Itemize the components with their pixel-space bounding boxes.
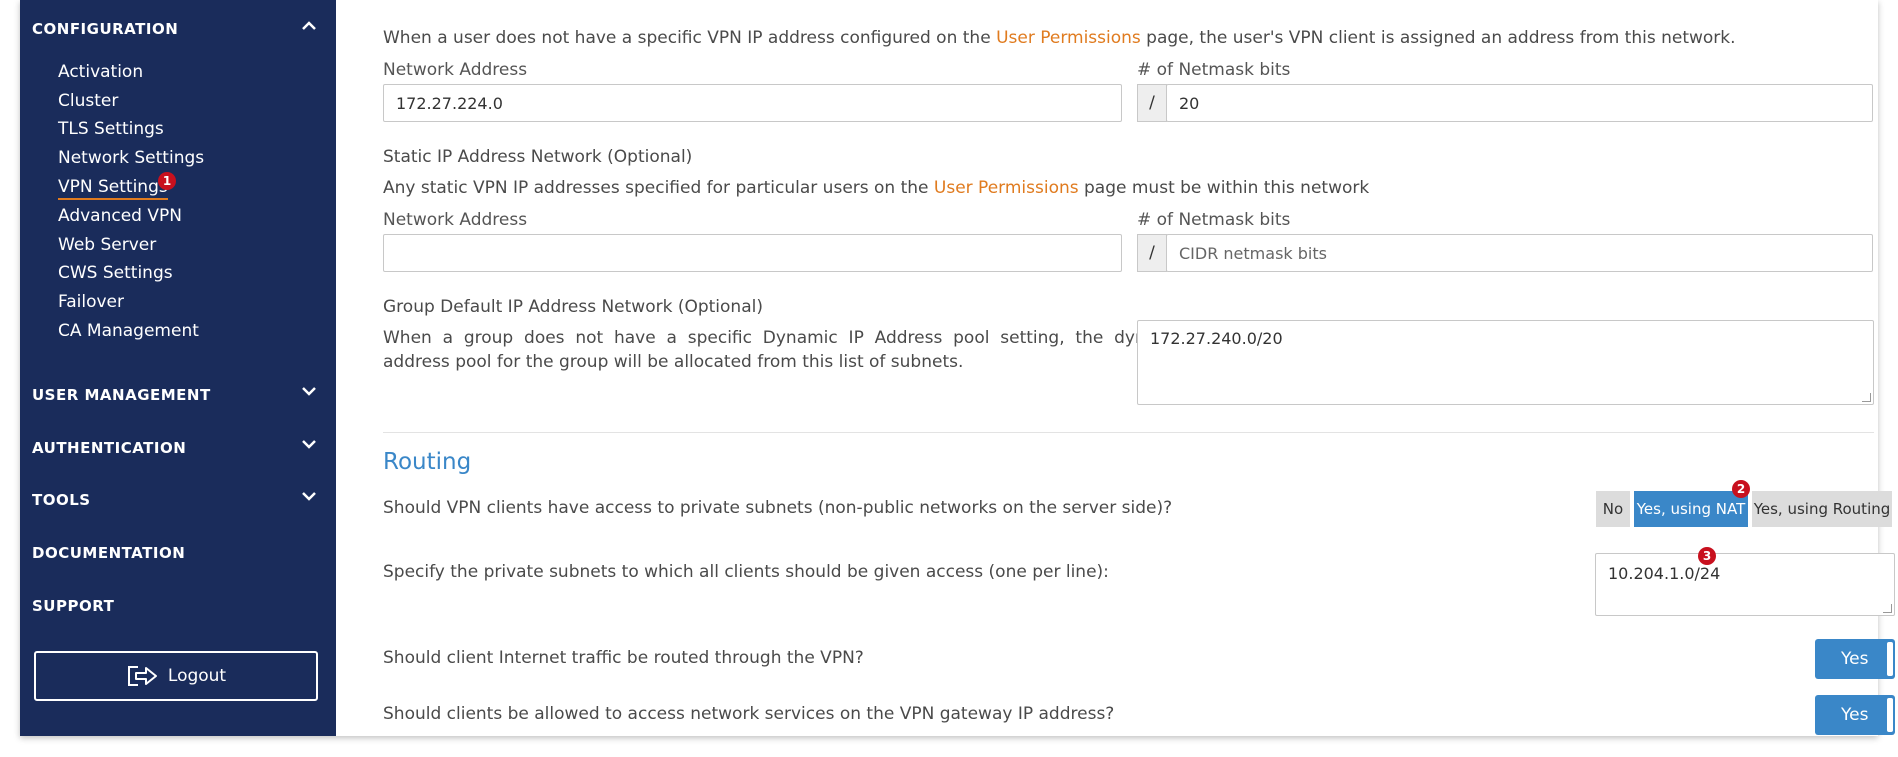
group-network-description-line2: address pool for the group will be alloc… — [383, 352, 964, 372]
sidebar-item-tls-settings[interactable]: TLS Settings — [58, 119, 164, 139]
private-subnets-textarea[interactable]: 10.204.1.0/24 — [1595, 553, 1895, 616]
resize-handle-icon[interactable] — [1862, 393, 1871, 402]
description-text: page must be within this network — [1078, 178, 1370, 198]
static-netmask-bits-label: # of Netmask bits — [1137, 210, 1291, 230]
chevron-down-icon[interactable] — [300, 382, 318, 400]
app-frame: CONFIGURATION Activation Cluster TLS Set… — [20, 0, 1895, 736]
toggle-knob — [1887, 642, 1893, 676]
slash-addon: / — [1137, 234, 1167, 272]
badge-3: 3 — [1698, 547, 1716, 565]
option-yes-routing-button[interactable]: Yes, using Routing — [1752, 491, 1892, 527]
chevron-down-icon[interactable] — [300, 487, 318, 505]
static-network-address-input[interactable] — [383, 234, 1122, 272]
static-netmask-bits-input[interactable]: CIDR netmask bits — [1166, 234, 1873, 272]
group-network-value: 172.27.240.0/20 — [1150, 329, 1283, 348]
sidebar-item-ca-management[interactable]: CA Management — [58, 321, 199, 341]
logout-button[interactable]: Logout — [34, 651, 318, 701]
netmask-bits-input[interactable]: 20 — [1166, 84, 1873, 122]
toggle-label: Yes — [1841, 705, 1869, 725]
group-network-textarea[interactable]: 172.27.240.0/20 — [1137, 320, 1874, 405]
option-no-button[interactable]: No — [1596, 491, 1630, 527]
sidebar: CONFIGURATION Activation Cluster TLS Set… — [20, 0, 336, 736]
section-support[interactable]: SUPPORT — [32, 597, 114, 615]
section-user-management[interactable]: USER MANAGEMENT — [32, 386, 211, 404]
sidebar-item-network-settings[interactable]: Network Settings — [58, 148, 204, 168]
resize-handle-icon[interactable] — [1883, 604, 1892, 613]
static-network-description: Any static VPN IP addresses specified fo… — [383, 178, 1369, 198]
chevron-up-icon[interactable] — [300, 17, 318, 35]
description-text: Any static VPN IP addresses specified fo… — [383, 178, 934, 198]
toggle-knob — [1887, 698, 1893, 732]
private-subnets-value: 10.204.1.0/24 — [1608, 564, 1721, 583]
gateway-services-question: Should clients be allowed to access netw… — [383, 704, 1115, 724]
user-permissions-link[interactable]: User Permissions — [996, 28, 1141, 48]
badge-2: 2 — [1732, 480, 1750, 498]
divider — [383, 432, 1874, 433]
static-network-address-label: Network Address — [383, 210, 528, 230]
internet-traffic-toggle[interactable]: Yes — [1815, 639, 1895, 679]
sidebar-item-failover[interactable]: Failover — [58, 292, 124, 312]
gateway-services-toggle[interactable]: Yes — [1815, 695, 1895, 735]
description-text: When a user does not have a specific VPN… — [383, 28, 997, 48]
specify-subnets-question: Specify the private subnets to which all… — [383, 562, 1109, 582]
static-network-title: Static IP Address Network (Optional) — [383, 147, 693, 167]
toggle-label: Yes — [1841, 649, 1869, 669]
sidebar-item-cluster[interactable]: Cluster — [58, 91, 118, 111]
section-tools[interactable]: TOOLS — [32, 491, 91, 509]
sidebar-item-vpn-settings[interactable]: VPN Settings — [58, 177, 168, 200]
group-network-title: Group Default IP Address Network (Option… — [383, 297, 763, 317]
sidebar-item-cws-settings[interactable]: CWS Settings — [58, 263, 173, 283]
chevron-down-icon[interactable] — [300, 435, 318, 453]
logout-label: Logout — [167, 666, 227, 686]
badge-1: 1 — [158, 172, 176, 190]
user-permissions-link[interactable]: User Permissions — [934, 178, 1079, 198]
network-address-input[interactable]: 172.27.224.0 — [383, 84, 1122, 122]
option-yes-nat-button[interactable]: Yes, using NAT — [1634, 491, 1748, 527]
section-configuration[interactable]: CONFIGURATION — [32, 20, 178, 38]
section-authentication[interactable]: AUTHENTICATION — [32, 439, 186, 457]
group-network-description-line1: When a group does not have a specific Dy… — [383, 328, 1213, 348]
sidebar-item-advanced-vpn[interactable]: Advanced VPN — [58, 206, 182, 226]
main-content: When a user does not have a specific VPN… — [336, 0, 1895, 736]
sidebar-item-web-server[interactable]: Web Server — [58, 235, 156, 255]
sidebar-item-activation[interactable]: Activation — [58, 62, 143, 82]
private-subnets-question: Should VPN clients have access to privat… — [383, 498, 1173, 518]
slash-addon: / — [1137, 84, 1167, 122]
description-text: page, the user's VPN client is assigned … — [1140, 28, 1736, 48]
logout-icon — [127, 666, 157, 686]
section-documentation[interactable]: DOCUMENTATION — [32, 544, 185, 562]
routing-heading: Routing — [383, 449, 472, 475]
internet-traffic-question: Should client Internet traffic be routed… — [383, 648, 864, 668]
network-address-label: Network Address — [383, 60, 528, 80]
netmask-bits-label: # of Netmask bits — [1137, 60, 1291, 80]
dynamic-network-description: When a user does not have a specific VPN… — [383, 28, 1736, 48]
